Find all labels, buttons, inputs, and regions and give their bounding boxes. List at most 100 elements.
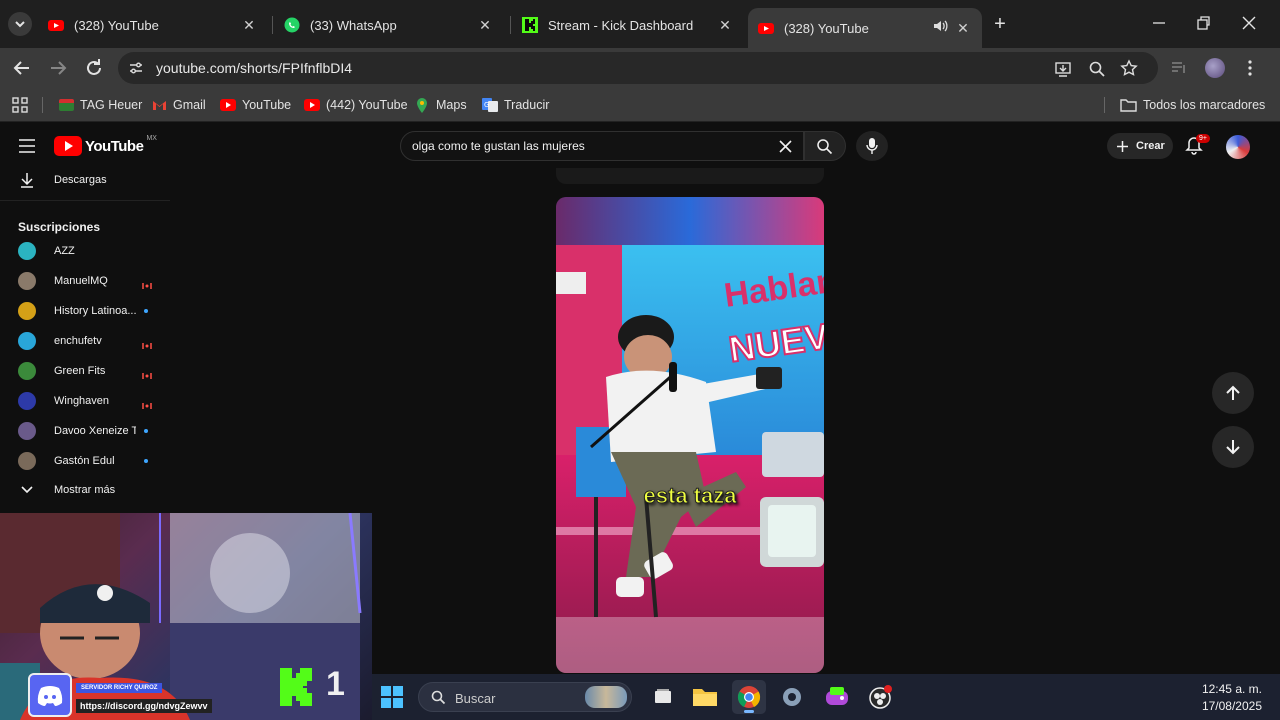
channel-avatar xyxy=(18,452,36,470)
close-tab-icon[interactable]: ✕ xyxy=(240,16,258,34)
windows-taskbar: Buscar 12:45 a. m. 17/08/2025 xyxy=(372,674,1280,720)
back-button[interactable] xyxy=(10,56,34,80)
zoom-icon[interactable] xyxy=(1088,60,1106,78)
folder-icon xyxy=(693,689,717,706)
shorts-video-player[interactable]: Hablan NUEVADI esta taza xyxy=(556,197,824,673)
sidebar-subscription-item[interactable]: History Latinoa... xyxy=(0,296,170,326)
channel-name: History Latinoa... xyxy=(54,305,136,317)
restore-button[interactable] xyxy=(1194,14,1212,32)
file-explorer-button[interactable] xyxy=(692,685,718,709)
live-indicator-icon xyxy=(142,278,152,289)
minimize-button[interactable] xyxy=(1150,14,1168,32)
site-info-icon[interactable] xyxy=(128,60,144,76)
restore-icon xyxy=(1197,16,1210,30)
gmail-icon xyxy=(153,101,166,110)
close-tab-icon[interactable]: ✕ xyxy=(954,19,972,37)
close-tab-icon[interactable]: ✕ xyxy=(476,16,494,34)
channel-name: AZZ xyxy=(54,245,75,257)
browser-tab-strip: (328) YouTube ✕ (33) WhatsApp ✕ Stream -… xyxy=(0,0,1280,48)
sidebar-subscription-item[interactable]: Davoo Xeneize T... xyxy=(0,416,170,446)
install-app-icon[interactable] xyxy=(1054,60,1072,78)
channel-name: Gastón Edul xyxy=(54,455,115,467)
new-content-dot xyxy=(144,309,148,313)
bookmark-gmail[interactable]: Gmail xyxy=(152,97,206,113)
channel-name: Winghaven xyxy=(54,395,110,407)
tab-youtube-1[interactable]: (328) YouTube ✕ xyxy=(38,8,268,42)
search-highlight-image xyxy=(585,686,627,708)
browser-menu-button[interactable] xyxy=(1244,58,1256,78)
obs-taskbar-button[interactable] xyxy=(868,684,894,710)
search-box[interactable]: olga como te gustan las mujeres xyxy=(400,131,804,161)
sidebar-item-downloads[interactable]: Descargas xyxy=(0,165,170,195)
address-bar[interactable]: youtube.com/shorts/FPIfnflbDI4 xyxy=(118,52,1158,84)
clear-search-icon[interactable] xyxy=(778,139,793,154)
notifications-button[interactable]: 9+ xyxy=(1184,134,1210,158)
bookmark-youtube-442[interactable]: (442) YouTube xyxy=(304,97,408,113)
sidebar-subscription-item[interactable]: Gastón Edul xyxy=(0,446,170,476)
menu-hamburger-icon[interactable] xyxy=(18,138,36,154)
tab-youtube-active[interactable]: (328) YouTube ✕ xyxy=(748,8,982,48)
speaker-icon[interactable] xyxy=(932,18,948,34)
task-view-button[interactable] xyxy=(652,686,674,708)
close-tab-icon[interactable]: ✕ xyxy=(716,16,734,34)
all-bookmarks-folder[interactable]: Todos los marcadores xyxy=(1120,97,1265,113)
start-button[interactable] xyxy=(380,685,404,709)
voice-search-button[interactable] xyxy=(856,131,888,161)
show-more-button[interactable]: Mostrar más xyxy=(0,475,170,505)
close-window-button[interactable] xyxy=(1240,14,1258,32)
bookmark-traducir[interactable]: G Traducir xyxy=(482,97,549,113)
tab-search-button[interactable] xyxy=(8,12,32,36)
streamer-webcam-overlay: SERVIDOR RICHY QUIROZ https://discord.gg… xyxy=(0,513,372,720)
profile-avatar[interactable] xyxy=(1205,58,1225,78)
microphone-icon xyxy=(866,138,878,154)
youtube-logo[interactable]: YouTube MX xyxy=(54,135,157,156)
bookmark-tag-heuer[interactable]: TAG Heuer xyxy=(59,97,142,113)
sidebar-subscription-item[interactable]: AZZ xyxy=(0,236,170,266)
taskbar-clock[interactable]: 12:45 a. m. 17/08/2025 xyxy=(1162,682,1262,713)
clock-date: 17/08/2025 xyxy=(1201,699,1262,713)
task-view-icon xyxy=(655,689,671,703)
channel-avatar xyxy=(18,422,36,440)
reload-button[interactable] xyxy=(82,56,106,80)
youtube-header: YouTube MX olga como te gustan las mujer… xyxy=(0,124,1280,168)
channel-avatar xyxy=(18,332,36,350)
account-avatar[interactable] xyxy=(1226,135,1250,159)
taskbar-search-text: Buscar xyxy=(455,691,496,706)
new-tab-button[interactable]: + xyxy=(990,14,1010,34)
sidebar-subscription-item[interactable]: Green Fits xyxy=(0,356,170,386)
settings-taskbar-button[interactable] xyxy=(780,685,804,709)
chevron-down-icon xyxy=(15,21,25,28)
create-button[interactable]: Crear xyxy=(1107,133,1173,159)
kick-viewer-count: 1 xyxy=(326,665,345,703)
maps-pin-icon xyxy=(417,97,427,113)
sidebar-subscription-item[interactable]: Winghaven xyxy=(0,386,170,416)
search-button[interactable] xyxy=(804,131,846,161)
bookmarks-bar: TAG Heuer Gmail YouTube (442) YouTube Ma… xyxy=(0,88,1280,122)
plus-icon xyxy=(1117,140,1128,152)
tab-whatsapp[interactable]: (33) WhatsApp ✕ xyxy=(274,8,504,42)
url-text: youtube.com/shorts/FPIfnflbDI4 xyxy=(156,60,353,76)
video-frame: Hablan NUEVADI xyxy=(556,197,824,673)
live-indicator-icon xyxy=(142,368,152,379)
bookmark-maps[interactable]: Maps xyxy=(416,97,467,113)
sidebar-subscription-item[interactable]: ManuelMQ xyxy=(0,266,170,296)
forward-button[interactable] xyxy=(46,56,70,80)
apps-grid-icon[interactable] xyxy=(12,97,28,113)
gaming-app-button[interactable] xyxy=(824,685,850,709)
previous-short-preview[interactable] xyxy=(556,168,824,184)
youtube-icon xyxy=(758,23,774,34)
channel-name: ManuelMQ xyxy=(54,275,108,287)
arrow-right-icon xyxy=(51,61,67,75)
bookmark-youtube[interactable]: YouTube xyxy=(220,97,291,113)
channel-avatar xyxy=(18,272,36,290)
previous-short-button[interactable] xyxy=(1212,372,1254,414)
taskbar-search[interactable]: Buscar xyxy=(418,682,632,712)
next-short-button[interactable] xyxy=(1212,426,1254,468)
media-controls-icon[interactable] xyxy=(1170,59,1188,77)
channel-name: Green Fits xyxy=(54,365,106,377)
search-input[interactable]: olga como te gustan las mujeres xyxy=(412,139,585,153)
sidebar-subscription-item[interactable]: enchufetv xyxy=(0,326,170,356)
tab-kick-dashboard[interactable]: Stream - Kick Dashboard ✕ xyxy=(512,8,744,42)
chrome-taskbar-button[interactable] xyxy=(732,680,766,714)
bookmark-star-icon[interactable] xyxy=(1120,59,1138,77)
